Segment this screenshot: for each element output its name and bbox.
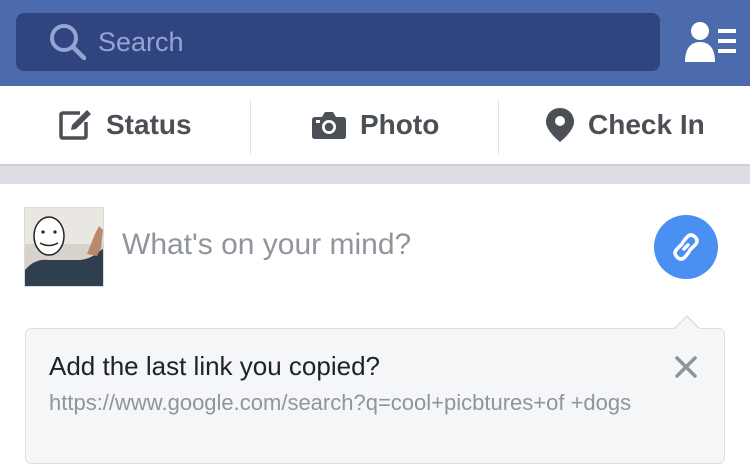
composer-panel: What's on your mind? Add the last link y… xyxy=(0,184,750,476)
photo-button[interactable]: Photo xyxy=(312,86,439,164)
section-separator xyxy=(0,166,750,184)
check-in-button[interactable]: Check In xyxy=(546,86,705,164)
status-label: Status xyxy=(106,109,192,140)
news-feed-screen: Status Photo Check In xyxy=(0,0,750,476)
friend-requests-icon[interactable] xyxy=(684,20,736,64)
card-pointer-fill xyxy=(674,317,700,330)
search-input[interactable] xyxy=(98,13,638,71)
compose-icon xyxy=(59,110,91,140)
add-link-button[interactable] xyxy=(654,215,718,279)
divider xyxy=(250,100,251,154)
check-in-label: Check In xyxy=(588,109,705,140)
search-icon xyxy=(50,24,87,61)
camera-icon xyxy=(312,112,346,139)
search-bar[interactable] xyxy=(16,13,660,71)
top-bar xyxy=(0,0,750,86)
status-button[interactable]: Status xyxy=(58,86,192,164)
copied-link-url: https://www.google.com/search?q=cool+pic… xyxy=(49,390,632,415)
whats-on-your-mind-prompt[interactable]: What's on your mind? xyxy=(122,228,411,262)
avatar-photo xyxy=(25,208,103,286)
link-icon xyxy=(673,233,699,261)
link-suggestion-title: Add the last link you copied? xyxy=(49,351,380,381)
link-suggestion-card[interactable]: Add the last link you copied? https://ww… xyxy=(25,328,725,464)
composer-actions: Status Photo Check In xyxy=(0,86,750,166)
photo-label: Photo xyxy=(360,109,440,140)
divider xyxy=(498,100,499,154)
close-icon[interactable] xyxy=(672,353,700,381)
location-pin-icon xyxy=(546,108,574,142)
avatar[interactable] xyxy=(24,207,104,287)
